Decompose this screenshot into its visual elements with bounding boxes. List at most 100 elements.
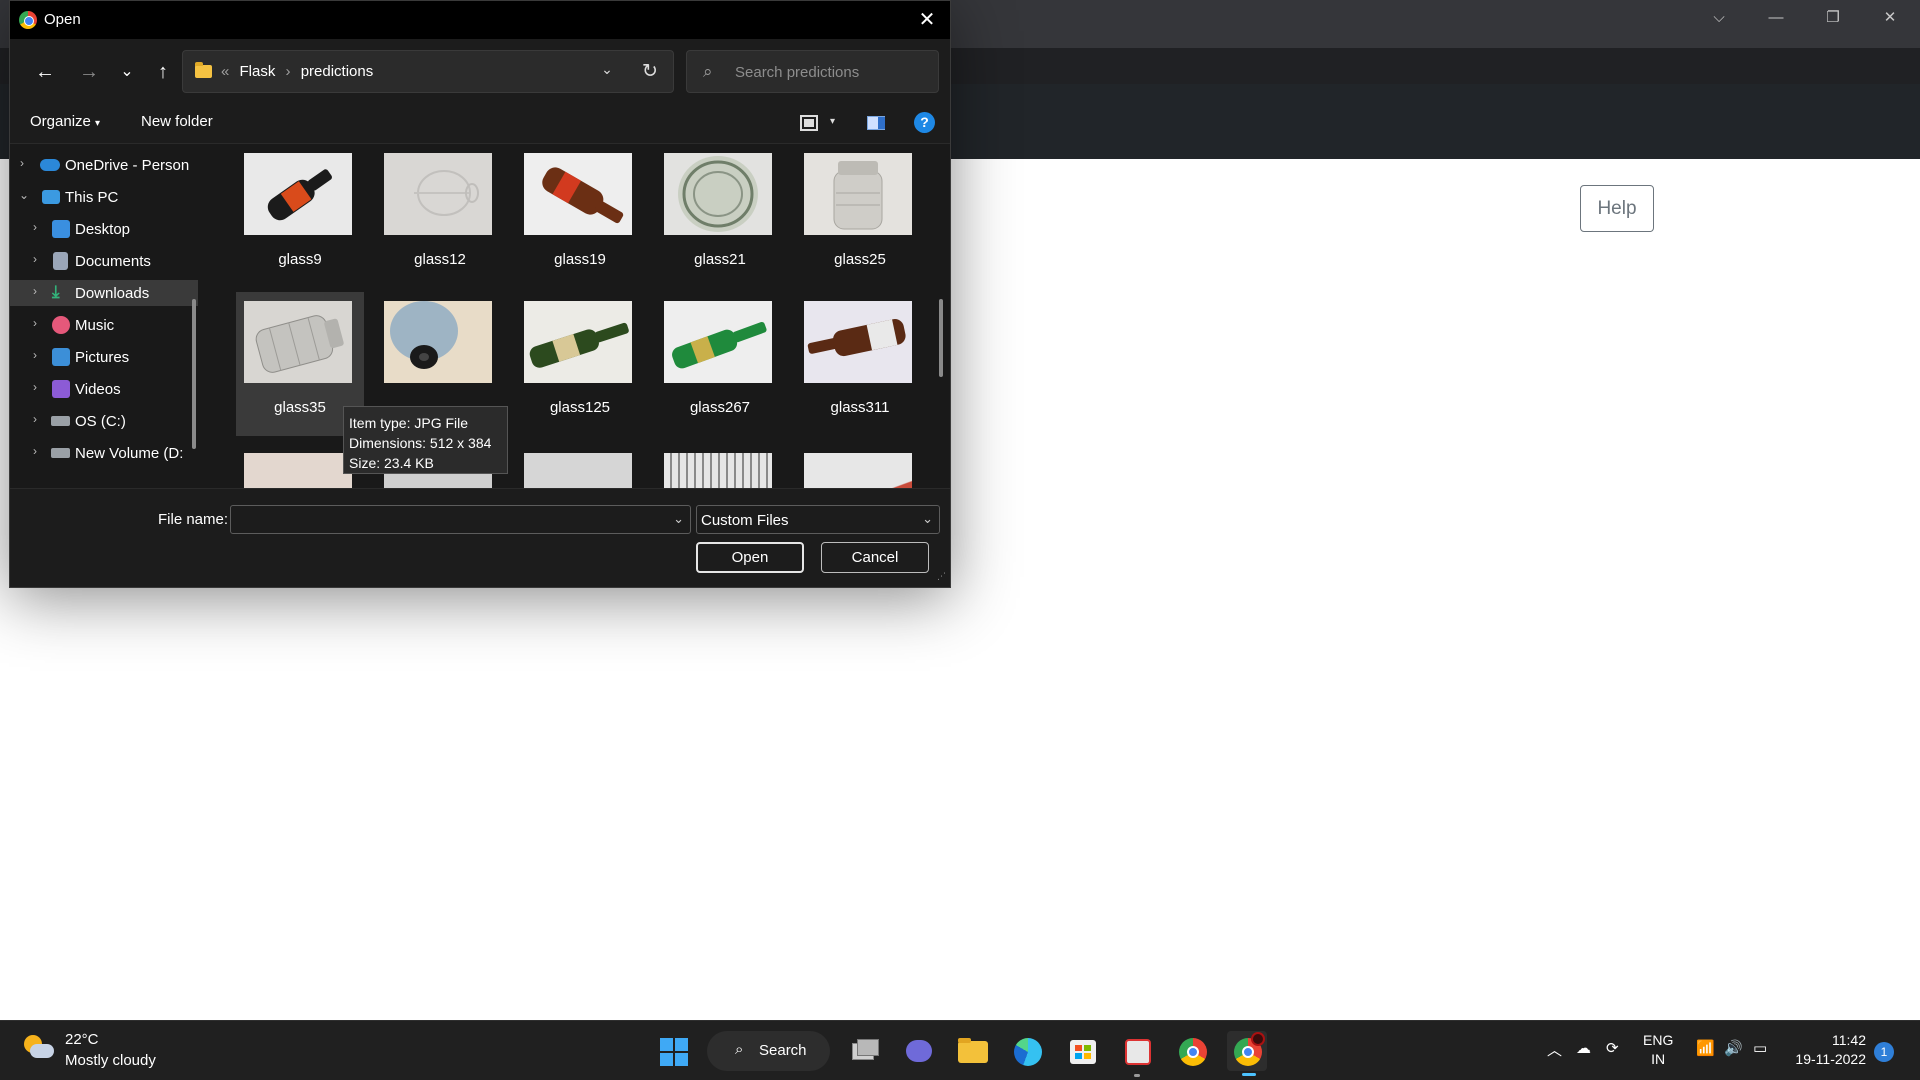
notification-badge[interactable]: 1 [1874, 1042, 1894, 1062]
nav-pane-scrollbar[interactable] [192, 299, 196, 449]
teams-chat-icon[interactable] [898, 1031, 938, 1071]
preview-pane-icon[interactable] [867, 116, 885, 130]
file-tile[interactable]: glass311 [796, 292, 924, 436]
nav-label: OneDrive - Person [65, 157, 190, 174]
file-thumbnail [384, 153, 492, 235]
chevron-down-icon[interactable]: ⌄ [922, 511, 933, 527]
chevron-right-icon[interactable]: › [33, 412, 37, 426]
onedrive-icon[interactable]: ☁ [1576, 1039, 1591, 1057]
task-view-icon[interactable] [844, 1031, 884, 1071]
minimize-icon[interactable]: — [1753, 6, 1799, 30]
file-tile[interactable]: glass267 [656, 292, 784, 436]
snipping-tool-icon[interactable] [1117, 1031, 1157, 1071]
file-thumbnail [524, 301, 632, 383]
nav-item-this-pc[interactable]: ⌄ This PC [10, 184, 198, 210]
tab-search-icon[interactable]: ⌵ [1696, 6, 1742, 30]
file-explorer-icon[interactable] [952, 1031, 992, 1071]
search-input[interactable] [735, 62, 925, 82]
nav-label: Music [75, 317, 115, 334]
chevron-right-icon[interactable]: › [33, 348, 37, 362]
recent-locations-icon[interactable]: ⌄ [112, 57, 142, 87]
weather-icon [24, 1035, 54, 1061]
nav-item-downloads[interactable]: › ⤓ Downloads [10, 280, 198, 306]
file-tile[interactable]: glass12 [376, 144, 504, 288]
file-name: glass19 [554, 251, 606, 268]
file-grid[interactable]: glass9 glass12 glass19 glass21 glass25 g… [216, 144, 936, 488]
cancel-button[interactable]: Cancel [821, 542, 929, 573]
store-icon[interactable] [1062, 1031, 1102, 1071]
help-button[interactable]: Help [1580, 185, 1654, 232]
taskbar-search-button[interactable]: ⌕ Search [707, 1031, 830, 1071]
file-tile-partial[interactable] [796, 444, 924, 488]
help-icon[interactable]: ? [914, 112, 935, 133]
breadcrumb-flask[interactable]: Flask [240, 63, 276, 80]
file-tile-partial[interactable] [656, 444, 784, 488]
refresh-icon[interactable]: ↻ [637, 60, 663, 84]
chrome-icon[interactable] [1172, 1031, 1212, 1071]
nav-item-videos[interactable]: › Videos [10, 376, 198, 402]
open-file-dialog: Open ✕ ← → ⌄ ↑ « Flask › predictions ⌄ ↻… [9, 0, 951, 588]
file-type-select[interactable]: Custom Files ⌄ [696, 505, 940, 534]
start-icon[interactable] [660, 1038, 688, 1066]
restore-icon[interactable]: ❐ [1810, 6, 1856, 30]
navigation-pane[interactable]: › OneDrive - Person ⌄ This PC › Desktop … [10, 144, 206, 488]
chevron-down-icon[interactable]: ⌄ [596, 61, 618, 78]
nav-label: This PC [65, 189, 119, 206]
battery-icon[interactable]: ▭ [1753, 1039, 1767, 1057]
search-box[interactable]: ⌕ [686, 50, 939, 93]
nav-item-onedrive[interactable]: › OneDrive - Person [10, 152, 198, 178]
nav-item-pictures[interactable]: › Pictures [10, 344, 198, 370]
chevron-down-icon[interactable]: ⌄ [19, 188, 29, 202]
file-tile[interactable]: glass9 [236, 144, 364, 288]
file-grid-scrollbar[interactable] [939, 299, 943, 377]
command-bar: Organize ▾ New folder ▾ ? [10, 103, 950, 143]
close-icon[interactable]: ✕ [904, 1, 950, 39]
edge-icon[interactable] [1007, 1031, 1047, 1071]
nav-item-os-c[interactable]: › OS (C:) [10, 408, 198, 434]
forward-icon[interactable]: → [74, 57, 104, 87]
file-tile[interactable]: glass21 [656, 144, 784, 288]
videos-icon [52, 380, 70, 398]
close-window-icon[interactable]: ✕ [1867, 6, 1913, 30]
chevron-right-icon[interactable]: › [33, 284, 37, 298]
chevron-right-icon: › [285, 63, 291, 80]
volume-icon[interactable]: 🔊 [1724, 1039, 1743, 1057]
file-thumbnail [804, 301, 912, 383]
chevron-right-icon[interactable]: › [33, 220, 37, 234]
nav-item-desktop[interactable]: › Desktop [10, 216, 198, 242]
file-tile[interactable]: glass19 [516, 144, 644, 288]
nav-item-new-volume[interactable]: › New Volume (D: [10, 440, 198, 466]
open-button[interactable]: Open [696, 542, 804, 573]
chevron-right-icon[interactable]: › [33, 316, 37, 330]
view-options-caret-icon[interactable]: ▾ [830, 116, 835, 127]
chrome-profile-icon[interactable] [1227, 1031, 1267, 1071]
drive-icon [51, 448, 70, 458]
downloads-icon: ⤓ [52, 282, 60, 301]
resize-grip-icon[interactable]: ⋰ [937, 572, 947, 584]
file-tile[interactable]: glass25 [796, 144, 924, 288]
breadcrumb-predictions[interactable]: predictions [301, 63, 374, 80]
back-icon[interactable]: ← [30, 57, 60, 87]
chevron-right-icon[interactable]: › [33, 380, 37, 394]
wifi-icon[interactable]: 📶 [1696, 1039, 1715, 1057]
new-folder-button[interactable]: New folder [141, 113, 213, 130]
clock[interactable]: 11:42 19-11-2022 [1790, 1031, 1866, 1069]
sync-icon[interactable]: ⟳ [1606, 1039, 1619, 1057]
chevron-right-icon[interactable]: › [33, 444, 37, 458]
up-icon[interactable]: ↑ [148, 57, 178, 87]
file-tile[interactable]: glass125 [516, 292, 644, 436]
file-tile-partial[interactable] [516, 444, 644, 488]
address-bar[interactable]: « Flask › predictions ⌄ ↻ [182, 50, 674, 93]
chevron-up-icon[interactable]: ︿ [1547, 1039, 1562, 1060]
chevron-down-icon[interactable]: ⌄ [673, 511, 684, 527]
nav-item-documents[interactable]: › Documents [10, 248, 198, 274]
organize-button[interactable]: Organize ▾ [30, 113, 100, 130]
change-view-icon[interactable] [800, 115, 818, 131]
chevron-right-icon[interactable]: › [33, 252, 37, 266]
breadcrumb-overflow[interactable]: « [221, 63, 229, 80]
nav-item-music[interactable]: › Music [10, 312, 198, 338]
language-indicator[interactable]: ENG IN [1643, 1031, 1673, 1069]
file-thumbnail [664, 453, 772, 488]
file-name-combobox[interactable]: ⌄ [230, 505, 691, 534]
chevron-right-icon[interactable]: › [20, 156, 24, 170]
